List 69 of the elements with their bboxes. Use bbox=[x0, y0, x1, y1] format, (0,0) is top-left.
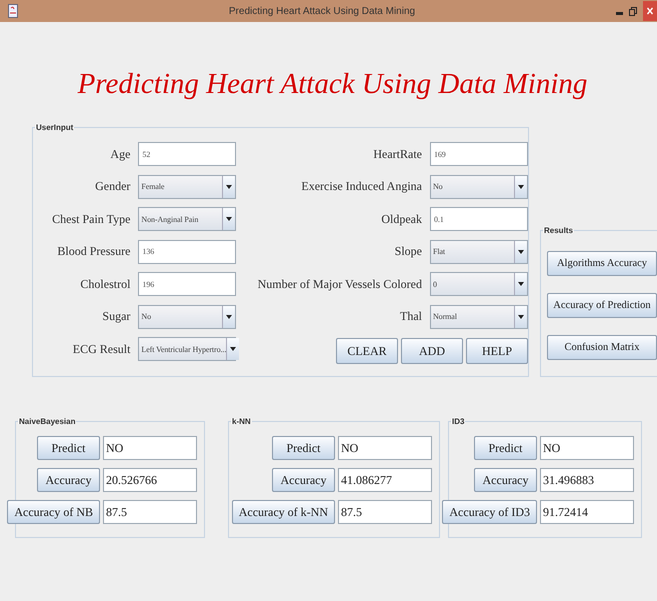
classifier-button[interactable]: Accuracy bbox=[474, 468, 537, 492]
result-field[interactable]: 87.5 bbox=[103, 500, 197, 524]
results-button[interactable]: Confusion Matrix bbox=[547, 335, 657, 360]
minimize-icon[interactable] bbox=[616, 12, 623, 14]
classifier-button[interactable]: Accuracy bbox=[37, 468, 100, 492]
dropdown-arrow-icon bbox=[518, 282, 524, 286]
field-label: Chest Pain Type bbox=[52, 212, 130, 226]
app-heading: Predicting Heart Attack Using Data Mining bbox=[76, 68, 588, 101]
results-button[interactable]: Algorithms Accuracy bbox=[547, 251, 657, 276]
restore-icon[interactable] bbox=[629, 6, 637, 16]
text-field[interactable]: 136 bbox=[138, 240, 236, 264]
result-field[interactable]: NO bbox=[103, 436, 197, 460]
result-field[interactable]: NO bbox=[540, 436, 634, 460]
dropdown-arrow-icon bbox=[226, 314, 232, 318]
classifier-button[interactable]: Accuracy of NB bbox=[7, 500, 100, 524]
group-label: UserInput bbox=[35, 123, 74, 132]
dropdown-arrow-icon bbox=[518, 250, 524, 254]
group-label: k-NN bbox=[231, 417, 252, 426]
text-field[interactable]: 0.1 bbox=[430, 207, 528, 231]
text-field[interactable]: 52 bbox=[138, 142, 236, 166]
dropdown-arrow-icon bbox=[518, 184, 524, 188]
dropdown-arrow-icon bbox=[518, 314, 524, 318]
result-field[interactable]: 31.496883 bbox=[540, 468, 634, 492]
result-field[interactable]: 87.5 bbox=[338, 500, 432, 524]
group-label: ID3 bbox=[451, 417, 466, 426]
field-label: Sugar bbox=[102, 309, 130, 324]
field-label: HeartRate bbox=[373, 146, 422, 162]
field-label: Slope bbox=[394, 244, 422, 259]
field-label: Gender bbox=[95, 179, 130, 194]
text-field[interactable]: 169 bbox=[430, 142, 528, 166]
dropdown-field[interactable]: Female bbox=[138, 174, 236, 198]
group-label: NaiveBayesian bbox=[18, 417, 76, 426]
field-label: Thal bbox=[400, 309, 422, 324]
app-icon bbox=[8, 4, 18, 18]
action-button[interactable]: ADD bbox=[401, 338, 463, 364]
field-label: Number of Major Vessels Colored bbox=[258, 276, 422, 292]
action-button[interactable]: CLEAR bbox=[336, 338, 398, 364]
classifier-button[interactable]: Accuracy of k-NN bbox=[232, 500, 335, 524]
action-button[interactable]: HELP bbox=[466, 338, 528, 364]
dropdown-arrow-icon bbox=[230, 347, 236, 351]
result-field[interactable]: 20.526766 bbox=[103, 468, 197, 492]
dropdown-field[interactable]: Left Ventricular Hypertro... bbox=[138, 337, 236, 361]
field-label: Cholestrol bbox=[80, 276, 130, 292]
window-title: Predicting Heart Attack Using Data Mining bbox=[228, 6, 416, 16]
classifier-button[interactable]: Predict bbox=[474, 436, 537, 460]
field-label: Exercise Induced Angina bbox=[301, 179, 422, 194]
dropdown-field[interactable]: No bbox=[430, 174, 528, 198]
group-label: Results bbox=[543, 226, 574, 235]
dropdown-field[interactable]: Flat bbox=[430, 240, 528, 264]
field-label: Blood Pressure bbox=[57, 244, 130, 259]
dropdown-field[interactable]: Non-Anginal Pain bbox=[138, 207, 236, 231]
close-icon[interactable] bbox=[643, 1, 657, 21]
text-field[interactable]: 196 bbox=[138, 272, 236, 296]
classifier-button[interactable]: Accuracy bbox=[272, 468, 335, 492]
result-field[interactable]: 91.72414 bbox=[540, 500, 634, 524]
field-label: ECG Result bbox=[72, 342, 130, 356]
results-button[interactable]: Accuracy of Prediction bbox=[547, 293, 657, 318]
dropdown-field[interactable]: No bbox=[138, 304, 236, 328]
result-field[interactable]: NO bbox=[338, 436, 432, 460]
dropdown-field[interactable]: 0 bbox=[430, 272, 528, 296]
dropdown-field[interactable]: Normal bbox=[430, 304, 528, 328]
result-field[interactable]: 41.086277 bbox=[338, 468, 432, 492]
classifier-button[interactable]: Predict bbox=[37, 436, 100, 460]
classifier-button[interactable]: Predict bbox=[272, 436, 335, 460]
dropdown-arrow-icon bbox=[226, 184, 232, 188]
field-label: Oldpeak bbox=[381, 212, 422, 226]
classifier-button[interactable]: Accuracy of ID3 bbox=[442, 500, 537, 524]
field-label: Age bbox=[110, 146, 130, 162]
dropdown-arrow-icon bbox=[226, 217, 232, 221]
